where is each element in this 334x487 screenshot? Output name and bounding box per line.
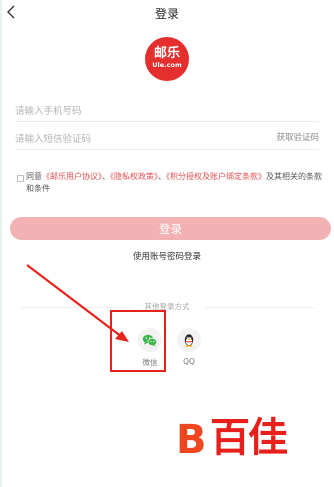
- watermark-text: 百佳: [210, 415, 288, 461]
- login-page: 登录 邮乐 Ule.com 获取验证码 同意《邮乐用户协议》、《隐私权政策》、《…: [0, 0, 334, 487]
- watermark-mark: B: [176, 417, 207, 463]
- watermark-logo: B 百佳: [176, 412, 306, 468]
